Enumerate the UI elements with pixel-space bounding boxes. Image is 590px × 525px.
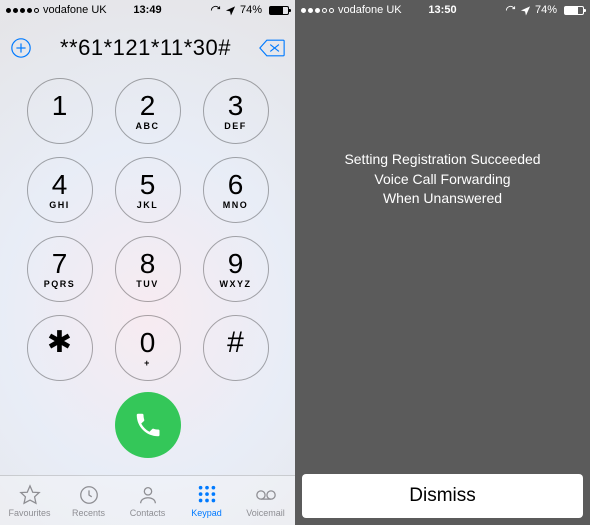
dial-display: **61*121*11*30# xyxy=(0,20,295,76)
dismiss-button[interactable]: Dismiss xyxy=(302,474,583,518)
status-bar: vodafone UK 13:49 74% xyxy=(0,0,295,20)
key-5[interactable]: 5JKL xyxy=(115,157,181,223)
refresh-icon xyxy=(210,5,221,16)
carrier-label: vodafone UK xyxy=(43,4,107,16)
tab-recents[interactable]: Recents xyxy=(59,476,118,525)
signal-dots xyxy=(6,8,39,13)
message-line: Voice Call Forwarding xyxy=(374,170,510,190)
tab-keypad[interactable]: Keypad xyxy=(177,476,236,525)
key-8[interactable]: 8TUV xyxy=(115,236,181,302)
keypad-icon xyxy=(195,484,219,506)
key-hash[interactable]: # xyxy=(203,315,269,381)
key-7[interactable]: 7PQRS xyxy=(27,236,93,302)
location-icon xyxy=(225,5,236,16)
star-icon xyxy=(18,484,42,506)
key-0[interactable]: 0+ xyxy=(115,315,181,381)
key-6[interactable]: 6MNO xyxy=(203,157,269,223)
tab-contacts[interactable]: Contacts xyxy=(118,476,177,525)
key-2[interactable]: 2ABC xyxy=(115,78,181,144)
battery-pct: 74% xyxy=(535,4,557,16)
backspace-icon[interactable] xyxy=(259,38,285,58)
message-line: Setting Registration Succeeded xyxy=(344,150,540,170)
message-line: When Unanswered xyxy=(383,189,502,209)
call-button[interactable] xyxy=(115,392,181,458)
voicemail-icon xyxy=(254,484,278,506)
battery-icon xyxy=(266,6,289,15)
battery-pct: 74% xyxy=(240,4,262,16)
battery-icon xyxy=(561,6,584,15)
result-message: Setting Registration Succeeded Voice Cal… xyxy=(295,20,590,467)
key-star[interactable]: ✱ xyxy=(27,315,93,381)
settings-result-screen: vodafone UK 13:50 74% Setting Registrati… xyxy=(295,0,590,525)
key-4[interactable]: 4GHI xyxy=(27,157,93,223)
key-1[interactable]: 1 xyxy=(27,78,93,144)
status-bar: vodafone UK 13:50 74% xyxy=(295,0,590,20)
tab-bar: Favourites Recents Contacts Keypad Voice… xyxy=(0,475,295,525)
key-3[interactable]: 3DEF xyxy=(203,78,269,144)
phone-icon xyxy=(133,410,163,440)
location-icon xyxy=(520,5,531,16)
refresh-icon xyxy=(505,5,516,16)
key-9[interactable]: 9WXYZ xyxy=(203,236,269,302)
tab-voicemail[interactable]: Voicemail xyxy=(236,476,295,525)
tab-favourites[interactable]: Favourites xyxy=(0,476,59,525)
keypad: 1 2ABC 3DEF 4GHI 5JKL 6MNO 7PQRS 8TUV 9W… xyxy=(0,76,295,475)
carrier-label: vodafone UK xyxy=(338,4,402,16)
dialed-number: **61*121*11*30# xyxy=(32,35,259,61)
clock-icon xyxy=(77,484,101,506)
phone-keypad-screen: vodafone UK 13:49 74% **61*121*11*30# 1 … xyxy=(0,0,295,525)
add-contact-icon[interactable] xyxy=(10,37,32,59)
person-icon xyxy=(136,484,160,506)
signal-dots xyxy=(301,8,334,13)
